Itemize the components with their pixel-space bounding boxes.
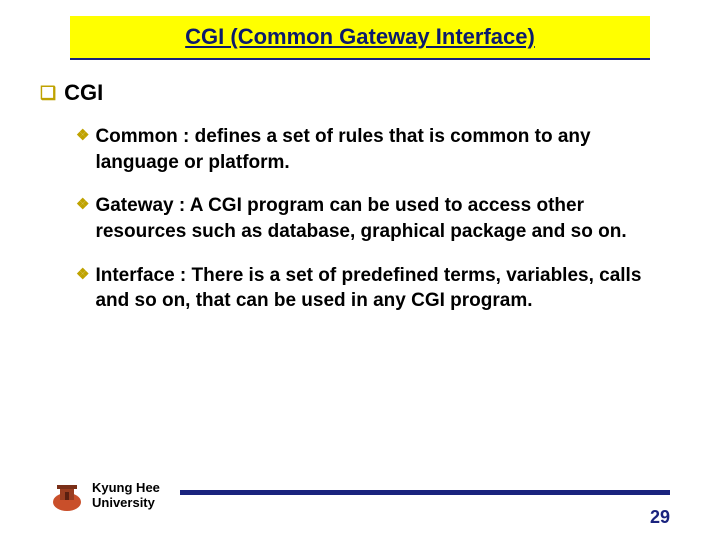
list-item: ❖ Common : defines a set of rules that i… [76,124,670,175]
title-bar: CGI (Common Gateway Interface) [70,16,650,60]
university-name: Kyung Hee University [92,481,160,511]
heading-row: ❑ CGI [40,80,670,106]
slide: CGI (Common Gateway Interface) ❑ CGI ❖ C… [0,0,720,540]
diamond-bullet-icon: ❖ [76,263,89,314]
heading-text: CGI [64,80,103,106]
diamond-bullet-icon: ❖ [76,124,89,175]
footer-divider [180,490,670,495]
list-item: ❖ Gateway : A CGI program can be used to… [76,193,670,244]
square-bullet-icon: ❑ [40,80,56,106]
page-number: 29 [650,507,670,528]
list-item-text: Gateway : A CGI program can be used to a… [95,193,670,244]
list-item-text: Interface : There is a set of predefined… [95,263,670,314]
list-item: ❖ Interface : There is a set of predefin… [76,263,670,314]
footer: Kyung Hee University 29 [50,478,670,526]
slide-title: CGI (Common Gateway Interface) [185,24,535,50]
university-logo-icon [50,480,84,514]
list-item-text: Common : defines a set of rules that is … [95,124,670,175]
content-area: ❑ CGI ❖ Common : defines a set of rules … [40,80,670,332]
university-line1: Kyung Hee [92,481,160,496]
diamond-bullet-icon: ❖ [76,193,89,244]
university-line2: University [92,496,160,511]
